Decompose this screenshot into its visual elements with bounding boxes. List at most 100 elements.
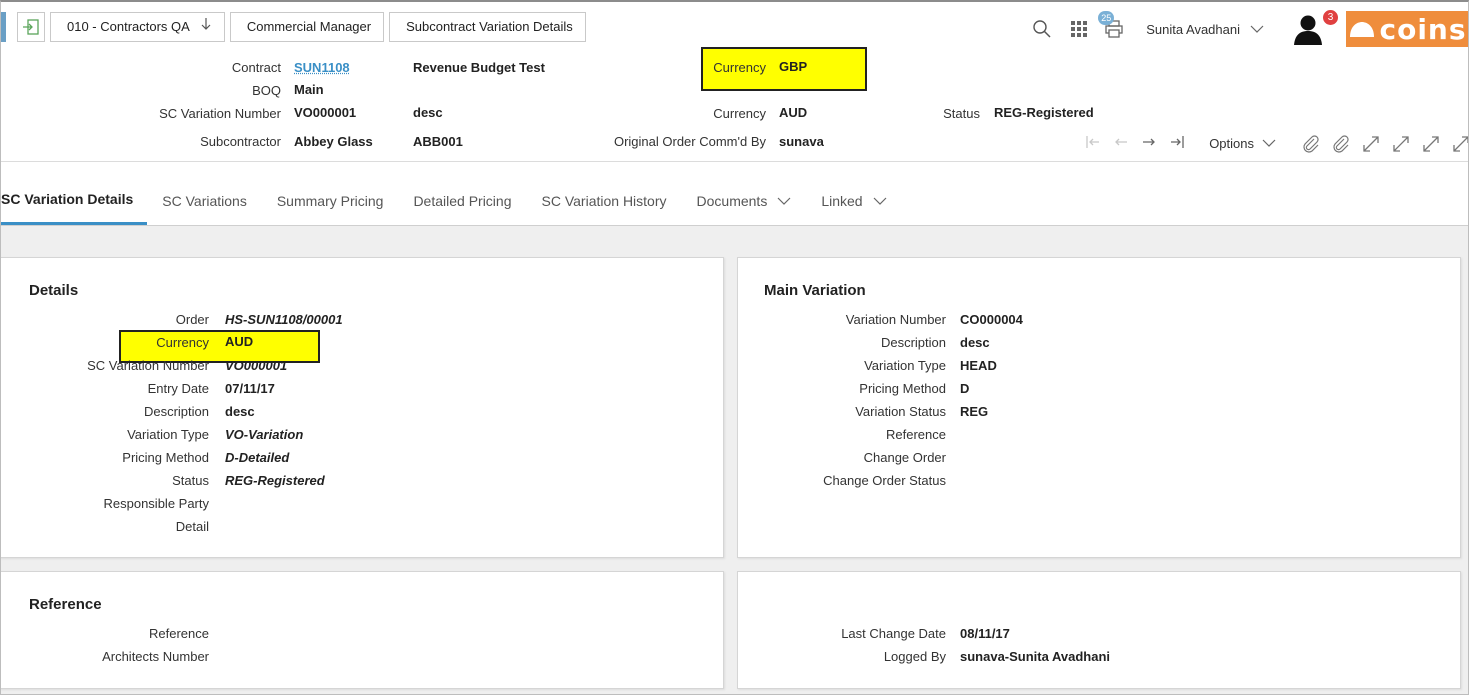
subcontractor-value: Abbey Glass xyxy=(294,134,373,149)
currency-label-1: Currency xyxy=(713,60,766,75)
user-name[interactable]: Sunita Avadhani xyxy=(1146,22,1240,37)
arrow-down-icon xyxy=(200,13,212,41)
currency-value-2: AUD xyxy=(779,105,808,120)
chevron-down-icon xyxy=(777,178,791,224)
field-label: Variation Number xyxy=(845,312,946,327)
breadcrumb-company-label: 010 - Contractors QA xyxy=(67,19,190,34)
boq-value: Main xyxy=(294,82,324,97)
breadcrumb-role-label: Commercial Manager xyxy=(246,19,372,34)
field-label: Variation Type xyxy=(864,358,946,373)
search-icon[interactable] xyxy=(1032,19,1052,39)
coins-logo: coins xyxy=(1346,11,1468,47)
field-label: Last Change Date xyxy=(841,626,946,641)
apps-grid-icon[interactable] xyxy=(1070,20,1088,38)
breadcrumb-role[interactable]: Commercial Manager xyxy=(229,12,385,42)
options-label: Options xyxy=(1209,135,1254,151)
tab-linked[interactable]: Linked xyxy=(806,176,901,225)
field-label: Variation Type xyxy=(127,427,209,442)
field-label: Reference xyxy=(886,427,946,442)
contract-description: Revenue Budget Test xyxy=(413,60,545,75)
tab-sc-variation-details[interactable]: SC Variation Details xyxy=(1,176,148,225)
tab-label: Linked xyxy=(821,192,863,209)
first-record-icon[interactable] xyxy=(1085,135,1101,152)
record-actions: Options xyxy=(1073,132,1468,154)
details-title: Details xyxy=(29,282,79,299)
order-value[interactable]: HS-SUN1108/00001 xyxy=(225,312,343,327)
field-label: Order xyxy=(175,312,209,327)
field-label: Reference xyxy=(149,626,209,641)
field-label: Variation Status xyxy=(855,404,946,419)
field-label: Currency xyxy=(156,335,209,350)
chevron-down-icon xyxy=(1262,136,1276,151)
pricing-method-value: D xyxy=(960,381,970,396)
pricing-method-value[interactable]: D-Detailed xyxy=(225,450,289,465)
field-label: SC Variation Number xyxy=(87,358,209,373)
sc-variation-description: desc xyxy=(413,105,443,120)
header-divider xyxy=(1,161,1468,162)
details-panel: Details Order HS-SUN1108/00001 Currency … xyxy=(1,257,724,558)
options-menu[interactable]: Options xyxy=(1209,136,1276,151)
field-label: Architects Number xyxy=(102,649,209,664)
expand-icon[interactable] xyxy=(1362,135,1379,152)
expand-icon[interactable] xyxy=(1422,135,1439,152)
contract-label: Contract xyxy=(231,60,281,75)
breadcrumb-page-label: Subcontract Variation Details xyxy=(406,19,573,34)
logo-text: coins xyxy=(1379,12,1467,46)
field-label: Status xyxy=(172,473,209,488)
sc-variation-number-value[interactable]: VO000001 xyxy=(225,358,287,373)
tab-sc-variation-history[interactable]: SC Variation History xyxy=(527,176,682,225)
top-toolbar: 25 Sunita Avadhani 3 coins xyxy=(1032,10,1468,47)
field-label: Responsible Party xyxy=(103,496,210,511)
currency-label-2: Currency xyxy=(713,106,766,121)
chevron-down-icon xyxy=(873,178,887,224)
contract-link[interactable]: SUN1108 xyxy=(294,60,350,75)
attachment-icon[interactable] xyxy=(1332,135,1349,153)
description-value: desc xyxy=(960,335,990,350)
chevron-down-icon[interactable] xyxy=(1250,24,1264,34)
expand-icon[interactable] xyxy=(1452,135,1468,152)
sc-variation-number-value: VO000001 xyxy=(294,105,357,120)
reference-title: Reference xyxy=(29,596,102,613)
tab-sc-variations[interactable]: SC Variations xyxy=(147,176,262,225)
audit-panel: Last Change Date 08/11/17 Logged By suna… xyxy=(737,571,1461,689)
variation-number-value: CO000004 xyxy=(960,312,1023,327)
attachment-icon[interactable] xyxy=(1302,135,1319,153)
field-label: Change Order Status xyxy=(823,473,946,488)
currency-value: AUD xyxy=(225,334,254,349)
tab-label: Summary Pricing xyxy=(276,192,384,209)
tab-detailed-pricing[interactable]: Detailed Pricing xyxy=(398,176,526,225)
tab-documents[interactable]: Documents xyxy=(682,176,807,225)
tab-label: SC Variations xyxy=(162,192,247,209)
breadcrumb-page[interactable]: Subcontract Variation Details xyxy=(389,12,586,42)
sc-variation-number-label: SC Variation Number xyxy=(159,106,281,121)
avatar[interactable]: 3 xyxy=(1292,10,1338,45)
previous-record-icon[interactable] xyxy=(1113,135,1129,152)
variation-type-value[interactable]: VO-Variation xyxy=(225,427,303,442)
main-variation-title: Main Variation xyxy=(764,282,866,299)
tab-label: Detailed Pricing xyxy=(413,192,512,209)
field-label: Pricing Method xyxy=(859,381,946,396)
field-label: Description xyxy=(143,404,209,419)
status-label: Status xyxy=(943,106,980,121)
next-record-icon[interactable] xyxy=(1141,135,1157,152)
entry-date-value: 07/11/17 xyxy=(225,381,275,396)
status-value[interactable]: REG-Registered xyxy=(225,473,325,488)
variation-status-value: REG xyxy=(960,404,989,419)
login-icon[interactable] xyxy=(17,12,45,42)
original-order-label: Original Order Comm'd By xyxy=(613,134,766,149)
subcontractor-code: ABB001 xyxy=(413,134,463,149)
status-value: REG-Registered xyxy=(994,105,1094,120)
print-icon[interactable]: 25 xyxy=(1098,11,1124,39)
original-order-value: sunava xyxy=(779,134,824,149)
field-label: Change Order xyxy=(863,450,946,465)
last-record-icon[interactable] xyxy=(1169,135,1185,152)
tab-summary-pricing[interactable]: Summary Pricing xyxy=(262,176,399,225)
side-panel-toggle[interactable] xyxy=(1,12,6,42)
record-header: 010 - Contractors QA Commercial Manager … xyxy=(1,2,1468,226)
field-label: Detail xyxy=(175,519,209,534)
field-label: Logged By xyxy=(883,649,946,664)
tab-label: SC Variation History xyxy=(541,192,667,209)
breadcrumb-company[interactable]: 010 - Contractors QA xyxy=(50,12,225,42)
expand-icon[interactable] xyxy=(1392,135,1409,152)
main-variation-panel: Main Variation Variation Number CO000004… xyxy=(737,257,1461,558)
